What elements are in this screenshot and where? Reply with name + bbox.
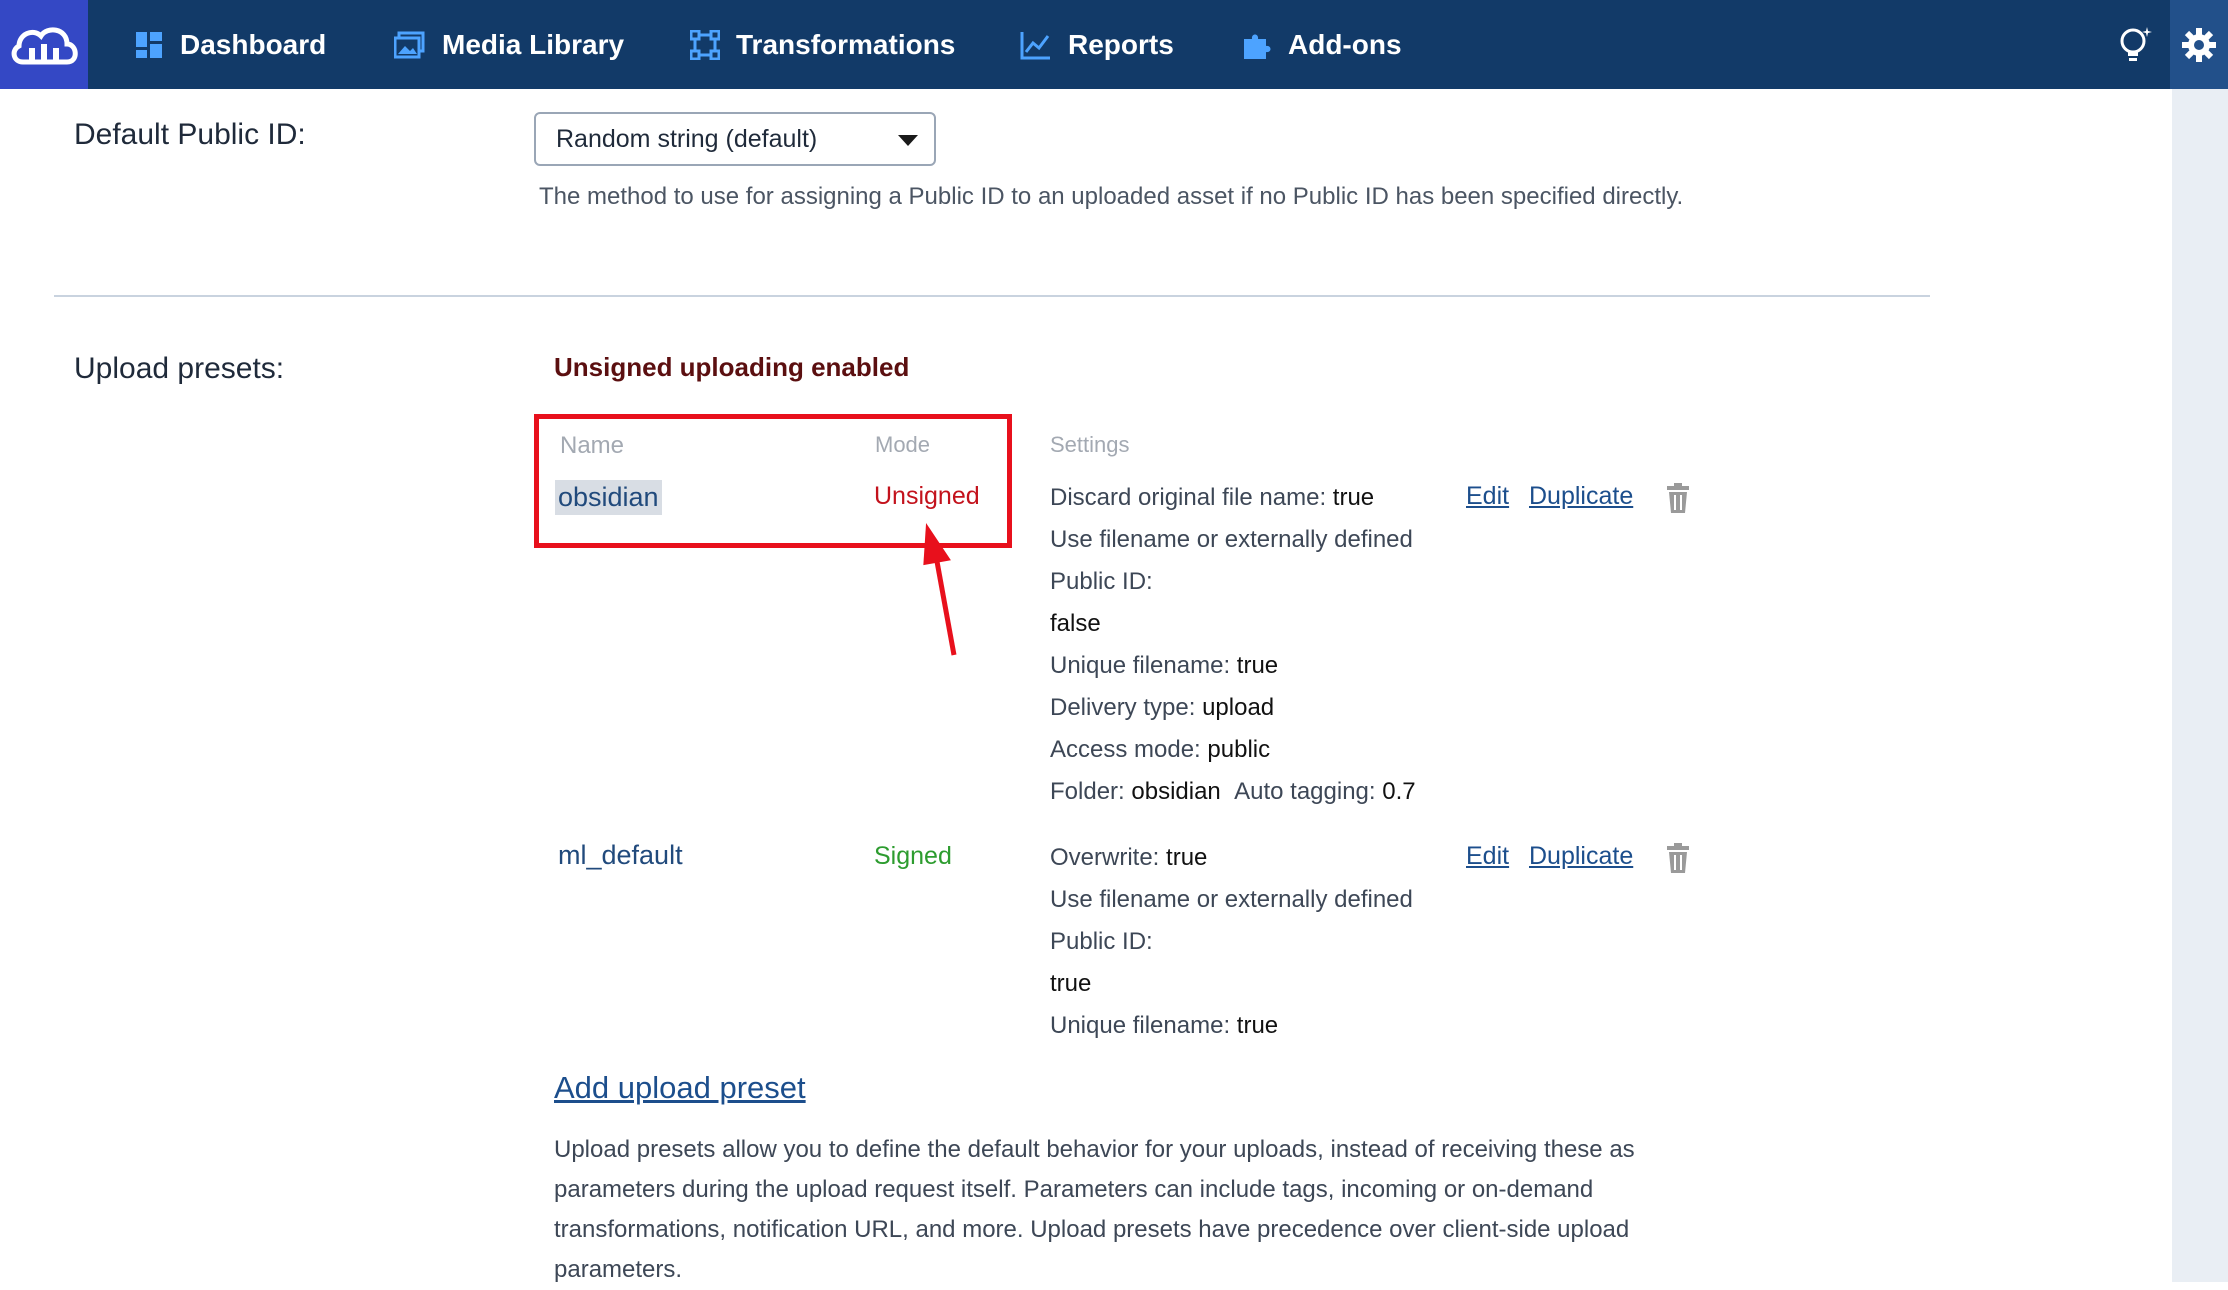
preset-mode-signed: Signed (874, 842, 952, 870)
duplicate-link[interactable]: Duplicate (1529, 842, 1633, 871)
trash-icon[interactable] (1665, 483, 1691, 513)
setting-line: Unique filename: true (1050, 652, 1279, 679)
setting-line: Use filename or externally defined (1050, 886, 1413, 913)
preset-name-ml-default[interactable]: ml_default (558, 840, 683, 871)
chevron-down-icon (898, 135, 918, 146)
cloud-logo-icon[interactable] (0, 0, 88, 89)
edit-link[interactable]: Edit (1466, 482, 1509, 511)
nav-dashboard-label: Dashboard (180, 28, 327, 60)
transformations-icon (690, 29, 720, 60)
nav-media-library-label: Media Library (442, 28, 625, 60)
duplicate-link[interactable]: Duplicate (1529, 482, 1633, 511)
reports-icon (1020, 31, 1050, 59)
column-header-settings: Settings (1050, 432, 1130, 457)
setting-line: Overwrite: true (1050, 844, 1208, 871)
nav-addons[interactable]: Add-ons (1240, 0, 1402, 89)
section-divider (54, 295, 1930, 297)
trash-icon[interactable] (1665, 843, 1691, 873)
top-navigation-bar: Dashboard Media Library Transformations … (0, 0, 2228, 89)
annotation-arrow-icon (923, 523, 957, 656)
gear-icon[interactable] (2170, 0, 2228, 89)
setting-line: Delivery type: upload (1050, 694, 1275, 721)
setting-line: Access mode: public (1050, 736, 1271, 763)
setting-line: Discard original file name: true (1050, 484, 1375, 511)
dashboard-icon (136, 31, 162, 58)
public-id-help-text: The method to use for assigning a Public… (539, 183, 1684, 210)
setting-line: Public ID: (1050, 928, 1153, 955)
edit-link[interactable]: Edit (1466, 842, 1509, 871)
nav-media-library[interactable]: Media Library (394, 0, 624, 89)
public-id-method-select[interactable]: Random string (default) (534, 112, 936, 166)
unsigned-uploading-status: Unsigned uploading enabled (554, 352, 910, 382)
scrollbar-track[interactable] (2172, 89, 2228, 1282)
nav-reports[interactable]: Reports (1020, 0, 1174, 89)
default-public-id-label: Default Public ID: (74, 118, 306, 151)
public-id-select-value: Random string (default) (556, 124, 818, 153)
nav-reports-label: Reports (1068, 28, 1174, 60)
setting-line: Folder: obsidian Auto tagging: 0.7 (1050, 778, 1416, 805)
setting-line: Unique filename: true (1050, 1012, 1279, 1039)
media-library-icon (394, 31, 425, 58)
addons-puzzle-icon (1244, 34, 1271, 59)
nav-transformations[interactable]: Transformations (690, 0, 955, 89)
nav-addons-label: Add-ons (1288, 28, 1402, 60)
upload-presets-description: Upload presets allow you to define the d… (554, 1136, 1635, 1283)
setting-line: Public ID: (1050, 568, 1153, 595)
lightbulb-icon[interactable] (2100, 0, 2170, 89)
nav-dashboard[interactable]: Dashboard (134, 0, 326, 89)
upload-presets-label: Upload presets: (74, 352, 285, 385)
setting-line: false (1050, 610, 1101, 637)
add-upload-preset-link[interactable]: Add upload preset (554, 1070, 806, 1106)
nav-transformations-label: Transformations (736, 28, 956, 60)
setting-line: true (1050, 970, 1092, 997)
setting-line: Use filename or externally defined (1050, 526, 1413, 553)
